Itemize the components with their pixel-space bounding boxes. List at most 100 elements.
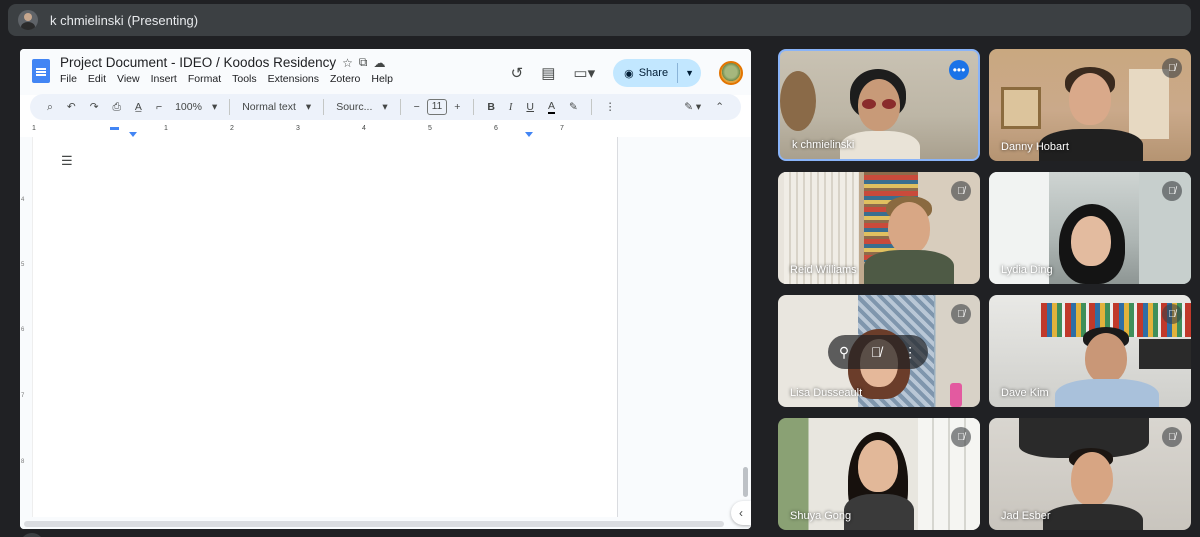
- menu-edit[interactable]: Edit: [88, 73, 106, 85]
- presenting-label: k chmielinski (Presenting): [50, 12, 199, 28]
- participant-name: Lisa Dusseault: [790, 387, 863, 399]
- ruler-number: 6: [494, 125, 498, 132]
- participant-tile[interactable]: 🎙̸ Danny Hobart: [989, 49, 1191, 161]
- editing-mode-icon[interactable]: ✎ ▾: [677, 101, 708, 113]
- cloud-saved-icon[interactable]: ☁: [373, 56, 385, 70]
- comments-icon[interactable]: ▤: [541, 64, 555, 82]
- text-color-icon[interactable]: A: [541, 100, 562, 114]
- participant-face: [1085, 333, 1127, 383]
- chevron-down-icon: ▾: [305, 101, 312, 113]
- italic-icon[interactable]: I: [502, 102, 520, 113]
- mic-off-icon: 🎙̸: [1162, 427, 1182, 447]
- redo-icon[interactable]: ↷: [83, 101, 106, 113]
- wall-frame: [1001, 87, 1041, 129]
- chevron-down-icon: ▾: [211, 101, 218, 113]
- menu-view[interactable]: View: [117, 73, 140, 85]
- doc-header: Project Document - IDEO / Koodos Residen…: [20, 49, 751, 95]
- search-menus-icon[interactable]: ⌕: [40, 101, 60, 114]
- participant-tile[interactable]: 🎙̸ Shuya Gong: [778, 418, 980, 530]
- increase-font-size-icon[interactable]: +: [447, 101, 467, 113]
- spellcheck-icon[interactable]: A̲: [128, 101, 149, 113]
- vertical-ruler[interactable]: 4 5 6 7 8: [20, 137, 30, 529]
- menu-extensions[interactable]: Extensions: [268, 73, 319, 85]
- mic-off-icon: 🎙̸: [951, 181, 971, 201]
- meet-camera-icon[interactable]: ▭▾: [573, 64, 595, 82]
- font-size-input[interactable]: 11: [426, 99, 448, 115]
- vruler-number: 6: [21, 327, 25, 333]
- vruler-number: 5: [21, 262, 25, 268]
- decrease-font-size-icon[interactable]: −: [407, 101, 427, 113]
- menu-zotero[interactable]: Zotero: [330, 73, 360, 85]
- mic-off-icon: 🎙̸: [1162, 304, 1182, 324]
- share-dropdown-button[interactable]: ▼: [678, 68, 701, 78]
- water-bottle: [950, 383, 962, 407]
- participant-name: Dave Kim: [1001, 387, 1049, 399]
- account-avatar[interactable]: [719, 61, 743, 85]
- highlight-icon[interactable]: ✎: [562, 101, 585, 113]
- toolbar-divider: [323, 99, 325, 115]
- horizontal-scrollbar[interactable]: [24, 521, 724, 527]
- ruler-number: 2: [230, 125, 234, 132]
- door: [1129, 69, 1169, 139]
- mute-participant-icon[interactable]: 🎙̸: [871, 344, 882, 360]
- ruler-number: 5: [428, 125, 432, 132]
- version-history-icon[interactable]: ↺: [511, 64, 524, 82]
- ruler-number: 1: [32, 125, 36, 132]
- participant-tile[interactable]: 🎙̸ Reid Williams: [778, 172, 980, 284]
- undo-icon[interactable]: ↶: [60, 101, 83, 113]
- participant-tile[interactable]: 🎙̸ Jad Esber: [989, 418, 1191, 530]
- collapse-toolbar-icon[interactable]: ⌃: [708, 101, 731, 113]
- style-value: Normal text: [242, 101, 296, 113]
- chevron-left-icon[interactable]: ‹: [731, 501, 751, 525]
- participant-name: Reid Williams: [790, 264, 857, 276]
- participant-tile[interactable]: 🎙̸ Lydia Ding: [989, 172, 1191, 284]
- pin-icon[interactable]: ⚲: [839, 344, 849, 361]
- participant-face: [1071, 216, 1111, 266]
- share-button[interactable]: ◉ Share: [613, 63, 679, 83]
- toolbar-divider: [473, 99, 475, 115]
- first-line-indent-marker[interactable]: [110, 127, 119, 130]
- vertical-scrollbar[interactable]: [743, 467, 748, 497]
- doc-title[interactable]: Project Document - IDEO / Koodos Residen…: [60, 55, 336, 70]
- menu-file[interactable]: File: [60, 73, 77, 85]
- participant-tile[interactable]: ⚲ 🎙̸ ⋮ 🎙̸ Lisa Dusseault: [778, 295, 980, 407]
- participant-tile[interactable]: 🎙̸ Dave Kim: [989, 295, 1191, 407]
- docs-logo-icon[interactable]: [32, 59, 50, 83]
- toolbar-divider: [399, 99, 401, 115]
- more-options-icon[interactable]: •••: [949, 60, 969, 80]
- menu-insert[interactable]: Insert: [151, 73, 177, 85]
- doc-toolbar: ⌕ ↶ ↷ ⎙ A̲ ⌐ 100% ▾ Normal text ▾ Sourc.…: [30, 94, 741, 120]
- print-icon[interactable]: ⎙: [106, 101, 128, 114]
- menu-help[interactable]: Help: [371, 73, 393, 85]
- style-select[interactable]: Normal text ▾: [236, 101, 317, 113]
- vruler-number: 7: [21, 393, 25, 399]
- document-outline-icon[interactable]: ☰: [61, 153, 73, 169]
- sunglasses: [862, 99, 876, 109]
- doc-canvas: 4 5 6 7 8 ☰ ‹: [20, 137, 751, 529]
- bold-icon[interactable]: B: [480, 101, 502, 113]
- background-object: [780, 71, 816, 131]
- ruler-number: 4: [362, 125, 366, 132]
- participant-body: [864, 250, 954, 284]
- star-icon[interactable]: ☆: [342, 56, 353, 70]
- zoom-select[interactable]: 100% ▾: [169, 101, 223, 113]
- horizontal-ruler[interactable]: 1 1 2 3 4 5 6 7: [32, 125, 622, 137]
- font-select[interactable]: Sourc... ▾: [330, 101, 393, 113]
- participant-tile[interactable]: ••• k chmielinski: [778, 49, 980, 161]
- mic-off-icon: 🎙̸: [951, 304, 971, 324]
- menu-tools[interactable]: Tools: [232, 73, 257, 85]
- menu-format[interactable]: Format: [188, 73, 221, 85]
- participant-body: [844, 494, 914, 530]
- participant-body: [1055, 379, 1159, 407]
- globe-icon: ◉: [624, 67, 634, 80]
- toolbar-divider: [590, 99, 592, 115]
- more-options-icon[interactable]: ⋮: [903, 344, 917, 361]
- doc-page[interactable]: ☰: [32, 137, 618, 517]
- participant-face: [1071, 452, 1113, 506]
- move-icon[interactable]: ⧉: [359, 55, 368, 70]
- mic-off-icon: 🎙̸: [951, 427, 971, 447]
- paint-format-icon[interactable]: ⌐: [149, 101, 169, 113]
- chevron-down-icon: ▾: [382, 101, 388, 113]
- more-options-icon[interactable]: ⋮: [598, 101, 623, 113]
- underline-icon[interactable]: U: [519, 101, 541, 113]
